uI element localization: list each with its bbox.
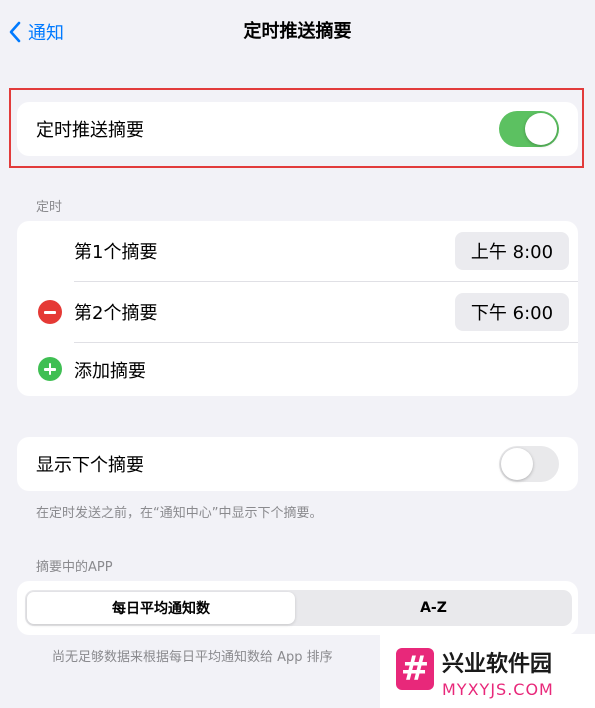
add-summary-icon[interactable]	[38, 357, 62, 381]
segment-a-z[interactable]: A-Z	[297, 592, 570, 624]
watermark: 兴业软件园 MYXYJS.COM	[380, 634, 595, 708]
schedule-section-header: 定时	[36, 200, 63, 215]
summary-2-time-button[interactable]: 下午 6:00	[455, 293, 569, 331]
watermark-name: 兴业软件园	[442, 652, 553, 677]
schedule-row-2: 第2个摘要 下午 6:00	[17, 282, 578, 342]
page-title: 定时推送摘要	[243, 21, 352, 42]
remove-summary-icon[interactable]	[38, 300, 62, 324]
next-summary-row: 显示下个摘要	[17, 437, 578, 491]
schedule-card: 第1个摘要 上午 8:00 第2个摘要 下午 6:00 添加摘要	[17, 221, 578, 396]
apps-section-header: 摘要中的APP	[36, 560, 113, 575]
next-summary-label: 显示下个摘要	[36, 455, 144, 476]
watermark-logo-icon	[396, 648, 434, 690]
add-summary-label: 添加摘要	[74, 360, 146, 382]
summary-1-label: 第1个摘要	[74, 242, 158, 263]
summary-1-time-button[interactable]: 上午 8:00	[455, 232, 569, 270]
next-summary-footnote: 在定时发送之前，在“通知中心”中显示下个摘要。	[36, 506, 323, 521]
highlight-box	[9, 88, 584, 168]
segment-daily-average[interactable]: 每日平均通知数	[27, 592, 295, 624]
watermark-url: MYXYJS.COM	[442, 680, 554, 699]
schedule-row-1: 第1个摘要 上午 8:00	[17, 221, 578, 281]
summary-2-label: 第2个摘要	[74, 303, 158, 324]
nav-bar: 通知 定时推送摘要	[0, 0, 595, 62]
add-summary-row[interactable]: 添加摘要	[17, 343, 578, 396]
next-summary-card: 显示下个摘要	[17, 437, 578, 491]
apps-footnote: 尚无足够数据来根据每日平均通知数给 App 排序	[52, 650, 333, 665]
show-next-summary-toggle[interactable]	[499, 446, 559, 482]
sort-segmented-control: 每日平均通知数 A-Z	[25, 590, 572, 626]
